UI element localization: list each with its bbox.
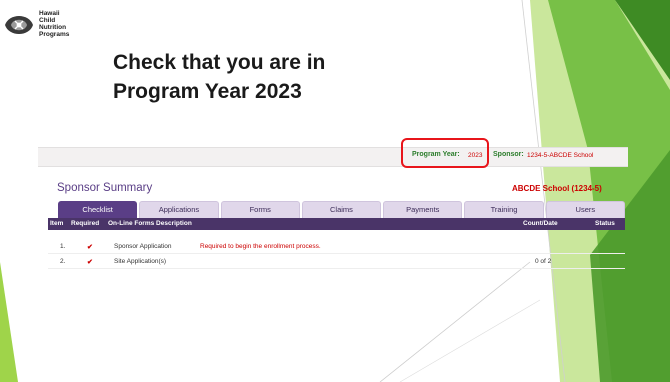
app-screenshot: Program Year: 2023 Sponsor: 1234-5-ABCDE… [38,137,628,277]
header-item: Item [50,220,64,227]
table-row: 1. ✔ Sponsor Application Required to beg… [48,241,625,254]
row-description-link[interactable]: Sponsor Application [114,243,171,250]
row-description-link[interactable]: Site Application(s) [114,258,166,265]
row-count: 0 of 2 [535,258,552,265]
logo-text-line-1: Hawaii [39,10,60,17]
logo-text-line-4: Programs [39,31,70,38]
headline-line-2: Program Year 2023 [113,80,302,103]
headline-line-1: Check that you are in [113,51,326,74]
row-item-number: 1. [60,243,66,250]
table-row: 2. ✔ Site Application(s) 0 of 2 [48,256,625,269]
program-year-highlight-box [401,138,489,168]
sponsor-value[interactable]: 1234-5-ABCDE School [527,152,593,159]
tab-applications[interactable]: Applications [139,201,219,218]
tab-checklist[interactable]: Checklist [58,201,138,218]
row-item-number: 2. [60,258,66,265]
tab-forms[interactable]: Forms [220,201,300,218]
tab-payments[interactable]: Payments [383,201,463,218]
checklist-table-header: Item Required On-Line Forms Description … [48,218,625,230]
tab-claims[interactable]: Claims [301,201,382,218]
school-name: ABCDE School (1234-5) [512,184,602,193]
required-check-icon: ✔ [87,244,93,251]
logo-text-line-3: Nutrition [39,24,67,31]
slide-headline: Check that you are in Program Year 2023 [113,48,413,106]
sponsor-summary-title: Sponsor Summary [57,182,153,194]
hawaii-cnp-logo: Hawaii Child Nutrition Programs [3,6,91,62]
tab-users[interactable]: Users [545,201,625,218]
header-description: On-Line Forms Description [108,220,192,227]
required-check-icon: ✔ [87,259,93,266]
tab-bar: Checklist Applications Forms Claims Paym… [58,201,625,218]
program-year-bar: Program Year: 2023 Sponsor: 1234-5-ABCDE… [38,147,628,167]
header-count-date: Count/Date [523,220,558,227]
tab-training[interactable]: Training [464,201,544,218]
row-required-note: Required to begin the enrollment process… [200,243,321,250]
header-required: Required [71,220,100,227]
slide: Hawaii Child Nutrition Programs Check th… [0,0,670,382]
sponsor-label: Sponsor: [493,151,524,158]
logo-text-line-2: Child [39,17,56,24]
header-status: Status [595,220,615,227]
turtle-logo-icon [5,16,33,34]
